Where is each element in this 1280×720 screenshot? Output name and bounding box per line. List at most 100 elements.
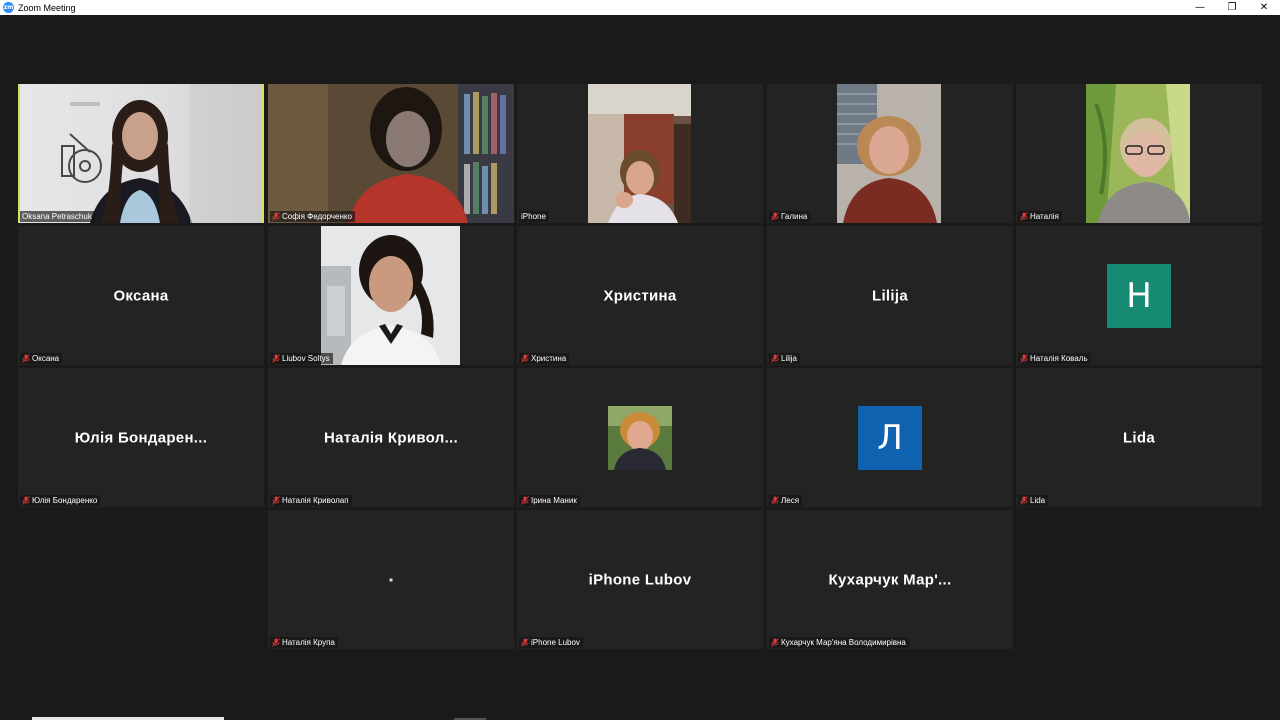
muted-mic-icon — [272, 354, 280, 363]
participant-tile[interactable]: iPhone — [517, 84, 763, 223]
participant-tile[interactable]: Наталія Кривол... Наталія Криволап — [268, 368, 514, 507]
participant-name: Галина — [781, 212, 808, 221]
participant-tile[interactable]: Христина Христина — [517, 226, 763, 365]
window-controls: — ❐ ✕ — [1184, 0, 1280, 15]
video-feed — [837, 84, 941, 223]
muted-mic-icon — [22, 354, 30, 363]
participant-name: Леся — [781, 496, 800, 505]
participant-display-name: iPhone Lubov — [588, 571, 692, 588]
participant-display-name: Юлія Бондарен... — [74, 429, 208, 446]
participant-name-label: Liubov Soltys — [270, 353, 333, 364]
participant-tile[interactable]: iPhone Lubov iPhone Lubov — [517, 510, 763, 649]
participant-name: Наталія Криволап — [282, 496, 349, 505]
participant-name: Наталія — [1030, 212, 1059, 221]
muted-mic-icon — [771, 638, 779, 647]
participant-name-label: Софія Федорченко — [270, 211, 355, 222]
participant-name-label: Lida — [1018, 495, 1049, 506]
participant-name-label: Галина — [769, 211, 811, 222]
video-frame — [321, 226, 460, 365]
participant-tile[interactable]: Наталія — [1016, 84, 1262, 223]
window-titlebar: zm Zoom Meeting — ❐ ✕ — [0, 0, 1280, 15]
muted-mic-icon — [22, 496, 30, 505]
participant-tile[interactable]: Л Леся — [767, 368, 1013, 507]
muted-mic-icon — [272, 496, 280, 505]
muted-mic-icon — [771, 496, 779, 505]
participant-name-label: Христина — [519, 353, 570, 364]
minimize-button[interactable]: — — [1184, 0, 1216, 15]
participant-name: Oksana Petraschuk — [22, 212, 92, 221]
video-feed — [321, 226, 460, 365]
muted-mic-icon — [771, 354, 779, 363]
participant-tile[interactable]: Юлія Бондарен... Юлія Бондаренко — [18, 368, 264, 507]
participant-name-label: iPhone Lubov — [519, 637, 583, 648]
participant-name: iPhone Lubov — [531, 638, 580, 647]
participant-name-label: Oksana Petraschuk — [20, 211, 95, 222]
participant-tile[interactable]: Софія Федорченко — [268, 84, 514, 223]
muted-mic-icon — [521, 496, 529, 505]
muted-mic-icon — [272, 212, 280, 221]
video-frame — [588, 84, 691, 223]
participant-name: Кухарчук Мар'яна Володимирівна — [781, 638, 906, 647]
muted-mic-icon — [771, 212, 779, 221]
participant-avatar: Л — [858, 405, 922, 470]
participant-name-label: Наталія Коваль — [1018, 353, 1091, 364]
participant-profile-photo — [608, 406, 672, 470]
participant-name-label: Юлія Бондаренко — [20, 495, 101, 506]
window-title: Zoom Meeting — [18, 2, 76, 13]
participant-name-label: iPhone — [519, 211, 549, 222]
participant-tile[interactable]: Наталія Крупа — [268, 510, 514, 649]
participant-display-name: Lida — [1122, 429, 1156, 446]
muted-mic-icon — [1020, 212, 1028, 221]
participant-name-label: Lilija — [769, 353, 801, 364]
close-button[interactable]: ✕ — [1248, 0, 1280, 15]
participant-tile[interactable]: Lilija Lilija — [767, 226, 1013, 365]
muted-mic-icon — [1020, 496, 1028, 505]
participant-display-name: Наталія Кривол... — [324, 429, 458, 446]
participant-display-name: Кухарчук Мар'... — [828, 571, 952, 588]
participant-name: iPhone — [521, 212, 546, 221]
participant-name-label: Леся — [769, 495, 803, 506]
video-feed — [588, 84, 691, 223]
placeholder-dot — [389, 578, 393, 581]
participant-tile[interactable]: Оксана Оксана — [18, 226, 264, 365]
muted-mic-icon — [521, 638, 529, 647]
muted-mic-icon — [1020, 354, 1028, 363]
participant-name-label: Наталія Крупа — [270, 637, 338, 648]
participant-name: Liubov Soltys — [282, 354, 330, 363]
video-frame — [268, 84, 514, 223]
video-frame — [61, 84, 262, 223]
participant-tile[interactable]: Кухарчук Мар'... Кухарчук Мар'яна Володи… — [767, 510, 1013, 649]
participant-display-name: Христина — [603, 287, 677, 304]
video-feed — [20, 84, 262, 223]
participant-display-name: Lilija — [872, 287, 908, 304]
participant-name-label: Наталія — [1018, 211, 1062, 222]
video-feed — [1086, 84, 1190, 223]
zoom-icon: zm — [3, 2, 14, 13]
participant-name: Lilija — [781, 354, 798, 363]
participant-tile[interactable]: Liubov Soltys — [268, 226, 514, 365]
participant-name: Оксана — [32, 354, 60, 363]
participant-tile[interactable]: Ірина Маник — [517, 368, 763, 507]
video-frame — [1086, 84, 1190, 223]
participant-name-label: Оксана — [20, 353, 63, 364]
video-frame — [837, 84, 941, 223]
participant-name: Ірина Маник — [531, 496, 577, 505]
participant-name: Софія Федорченко — [282, 212, 352, 221]
participant-name-label: Кухарчук Мар'яна Володимирівна — [769, 637, 909, 648]
participant-tile[interactable]: Галина — [767, 84, 1013, 223]
video-feed — [268, 84, 514, 223]
participant-tile[interactable]: Lida Lida — [1016, 368, 1262, 507]
muted-mic-icon — [521, 354, 529, 363]
participant-name: Lida — [1030, 496, 1046, 505]
participant-avatar: H — [1107, 263, 1171, 328]
participant-name: Христина — [531, 354, 567, 363]
participant-name: Юлія Бондаренко — [32, 496, 98, 505]
participant-name: Наталія Крупа — [282, 638, 335, 647]
participant-tile[interactable]: H Наталія Коваль — [1016, 226, 1262, 365]
restore-button[interactable]: ❐ — [1216, 0, 1248, 15]
participant-name: Наталія Коваль — [1030, 354, 1088, 363]
participant-tile[interactable]: Oksana Petraschuk — [18, 84, 264, 223]
muted-mic-icon — [272, 638, 280, 647]
participant-name-label: Ірина Маник — [519, 495, 580, 506]
gallery-view: Oksana Petraschuk Софія Федорченко iPhon… — [0, 15, 1280, 720]
